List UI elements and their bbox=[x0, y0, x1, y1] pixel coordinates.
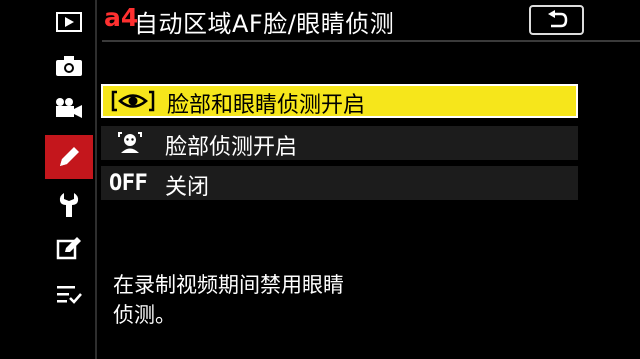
help-text: 在录制视频期间禁用眼睛 侦测。 bbox=[113, 270, 453, 330]
playback-icon bbox=[56, 12, 82, 32]
playback-menu-tab[interactable] bbox=[46, 0, 92, 44]
option-off[interactable]: OFF 关闭 bbox=[101, 166, 578, 200]
custom-settings-menu-tab[interactable] bbox=[45, 135, 93, 179]
option-face-and-eye-detection-on[interactable]: 脸部和眼睛侦测开启 bbox=[101, 84, 578, 118]
movie-shooting-menu-tab[interactable] bbox=[46, 86, 92, 130]
option-label: 关闭 bbox=[165, 175, 210, 200]
pencil-icon bbox=[60, 147, 79, 166]
option-label: 脸部侦测开启 bbox=[165, 135, 298, 160]
photo-shooting-menu-tab[interactable] bbox=[46, 44, 92, 88]
eye-detection-icon bbox=[111, 90, 155, 112]
page-title: 自动区域AF脸/眼睛侦测 bbox=[134, 10, 395, 38]
retouch-icon bbox=[56, 237, 81, 260]
option-label: 脸部和眼睛侦测开启 bbox=[167, 93, 366, 118]
my-menu-tab[interactable] bbox=[46, 272, 92, 316]
wrench-icon bbox=[59, 193, 79, 217]
retouch-menu-tab[interactable] bbox=[46, 226, 92, 270]
back-arrow-icon bbox=[547, 10, 567, 28]
setup-menu-tab[interactable] bbox=[46, 183, 92, 227]
my-menu-icon bbox=[57, 286, 82, 304]
face-detection-icon bbox=[118, 132, 142, 153]
camera-icon bbox=[56, 56, 82, 76]
menu-header: a4 自动区域AF脸/眼睛侦测 bbox=[102, 0, 640, 42]
help-text-line: 在录制视频期间禁用眼睛 bbox=[113, 273, 344, 297]
off-code: OFF bbox=[109, 170, 148, 196]
help-text-line: 侦测。 bbox=[113, 303, 176, 327]
option-face-detection-on[interactable]: 脸部侦测开启 bbox=[101, 126, 578, 160]
menu-sidebar bbox=[0, 0, 97, 359]
back-button[interactable] bbox=[529, 5, 584, 35]
movie-camera-icon bbox=[56, 98, 82, 118]
